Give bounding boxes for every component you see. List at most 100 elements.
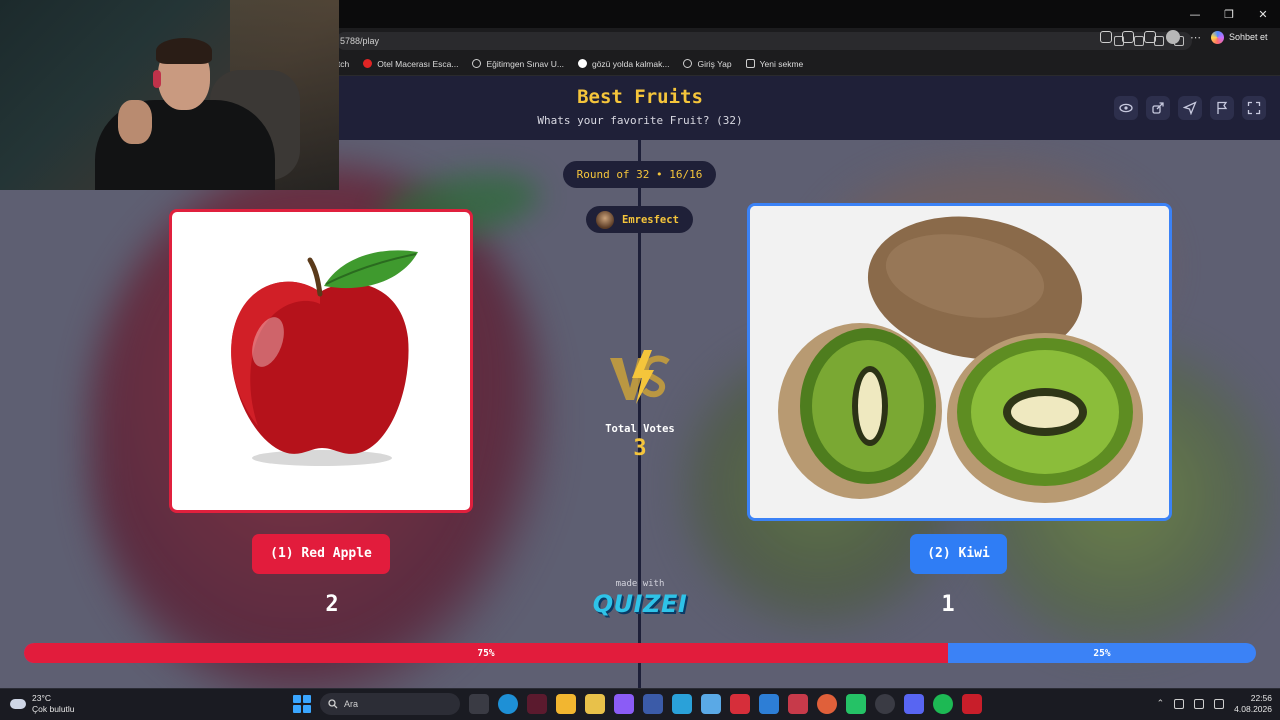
copilot-button[interactable]: Sohbet et	[1211, 30, 1268, 44]
right-vote-count: 1	[941, 592, 955, 617]
bookmark-label: Eğitimgen Sınav U...	[486, 58, 564, 69]
search-placeholder: Ara	[344, 699, 359, 709]
right-progress-fill: 25%	[948, 643, 1256, 663]
left-progress-fill: 75%	[24, 643, 948, 663]
minimize-icon[interactable]: —	[1178, 0, 1212, 28]
right-percent-label: 25%	[1093, 647, 1111, 659]
temperature: 23°C	[32, 693, 51, 703]
quizei-logo[interactable]: QUIZEI	[590, 590, 690, 618]
spotify-icon[interactable]	[933, 694, 953, 714]
vscode-icon[interactable]	[759, 694, 779, 714]
fullscreen-icon[interactable]	[1242, 96, 1266, 120]
time: 22:56	[1250, 693, 1272, 703]
address-bar[interactable]: 5788/play	[336, 32, 1192, 50]
bookmark-label: gözü yolda kalmak...	[591, 58, 670, 69]
window-controls: — ❐ ✕	[1178, 0, 1280, 28]
vote-left-button[interactable]: (1) Red Apple	[252, 534, 390, 574]
left-percent-label: 75%	[477, 647, 495, 659]
copilot-icon	[1211, 30, 1224, 44]
app-icon[interactable]	[962, 694, 982, 714]
streamer-hair	[156, 38, 212, 64]
app-icon[interactable]	[643, 694, 663, 714]
clock[interactable]: 22:56 4.08.2026	[1234, 693, 1272, 715]
copilot-label: Sohbet et	[1229, 32, 1268, 42]
app-icon[interactable]	[788, 694, 808, 714]
flag-icon[interactable]	[1210, 96, 1234, 120]
globe-icon	[683, 59, 693, 68]
app-icon[interactable]	[730, 694, 750, 714]
weather-widget[interactable]: 23°C Çok bulutlu	[10, 693, 75, 715]
header-tools	[1114, 96, 1266, 120]
more-menu-icon[interactable]: ⋯	[1190, 31, 1201, 44]
start-icon[interactable]	[293, 695, 311, 713]
bookmark-item[interactable]: Giriş Yap	[683, 58, 732, 69]
display-icon[interactable]	[1194, 699, 1205, 709]
vote-right-button[interactable]: (2) Kiwi	[910, 534, 1007, 574]
red-apple-image	[231, 250, 418, 466]
screen: — ❐ ✕ 5788/play ⋯ Sohbet et itch Otel Ma…	[0, 0, 1280, 720]
cloud-icon	[10, 699, 26, 709]
bookmark-item[interactable]: Otel Macerası Esca...	[363, 59, 458, 69]
weather-condition: Çok bulutlu	[32, 704, 75, 714]
google-icon	[577, 59, 587, 68]
search-icon	[328, 699, 338, 709]
store-icon[interactable]	[556, 694, 576, 714]
system-tray: ⌃ 22:56 4.08.2026	[1157, 693, 1272, 715]
vs-icon	[606, 348, 674, 410]
volume-icon[interactable]	[1214, 699, 1225, 709]
share-icon[interactable]	[1146, 96, 1170, 120]
bookmark-item[interactable]: Yeni sekme	[745, 58, 804, 69]
streamer-hand	[118, 100, 152, 144]
app-icon[interactable]	[527, 694, 547, 714]
total-votes-label: Total Votes	[605, 423, 675, 435]
chevron-up-icon[interactable]: ⌃	[1157, 699, 1165, 709]
bookmark-item[interactable]: Eğitimgen Sınav U...	[472, 58, 564, 69]
profile-avatar[interactable]	[1166, 30, 1180, 44]
user-name: Emresfect	[622, 213, 679, 226]
webcam-overlay	[0, 0, 339, 190]
bookmark-label: Otel Macerası Esca...	[377, 58, 459, 69]
app-icon[interactable]	[817, 694, 837, 714]
globe-icon	[472, 59, 482, 68]
close-icon[interactable]: ✕	[1246, 0, 1280, 28]
new-tab-icon	[745, 59, 755, 68]
eye-icon[interactable]	[1114, 96, 1138, 120]
user-badge: Emresfect	[586, 206, 693, 233]
made-with-label: made with	[615, 579, 665, 589]
vote-progress-bar: 75% 25%	[24, 643, 1256, 663]
left-vote-count: 2	[325, 592, 339, 617]
telegram-icon[interactable]	[672, 694, 692, 714]
whatsapp-icon[interactable]	[846, 694, 866, 714]
weather-text: 23°C Çok bulutlu	[32, 693, 75, 715]
date: 4.08.2026	[1234, 704, 1272, 714]
left-choice-card[interactable]	[169, 209, 473, 513]
total-votes-value: 3	[633, 436, 647, 461]
send-icon[interactable]	[1178, 96, 1202, 120]
bookmark-label: Giriş Yap	[697, 58, 732, 69]
taskbar-search[interactable]: Ara	[320, 693, 460, 715]
github-icon[interactable]	[875, 694, 895, 714]
user-avatar	[596, 210, 614, 229]
discord-icon[interactable]	[904, 694, 924, 714]
edge-icon[interactable]	[498, 694, 518, 714]
notepad-icon[interactable]	[701, 694, 721, 714]
file-explorer-icon[interactable]	[585, 694, 605, 714]
bookmark-item[interactable]: gözü yolda kalmak...	[577, 58, 670, 69]
url-text: 5788/play	[340, 36, 380, 46]
extensions-icon[interactable]	[1100, 31, 1112, 43]
task-view-icon[interactable]	[469, 694, 489, 714]
copilot-app-icon[interactable]	[614, 694, 634, 714]
youtube-icon	[363, 59, 373, 68]
bookmark-label: Yeni sekme	[759, 58, 804, 69]
windows-taskbar: 23°C Çok bulutlu Ara ⌃ 22:56 4.08.2026	[0, 688, 1280, 720]
favorites-icon[interactable]	[1144, 31, 1156, 43]
split-screen-icon[interactable]	[1122, 31, 1134, 43]
right-choice-card[interactable]	[747, 203, 1172, 521]
browser-actions: ⋯ Sohbet et	[1100, 30, 1268, 44]
taskbar-apps: Ara	[293, 693, 982, 715]
headphone-icon	[153, 70, 161, 88]
microphone-icon[interactable]	[1174, 699, 1185, 709]
round-badge: Round of 32 • 16/16	[563, 161, 716, 188]
restore-icon[interactable]: ❐	[1212, 0, 1246, 28]
kiwi-image	[750, 206, 1169, 518]
